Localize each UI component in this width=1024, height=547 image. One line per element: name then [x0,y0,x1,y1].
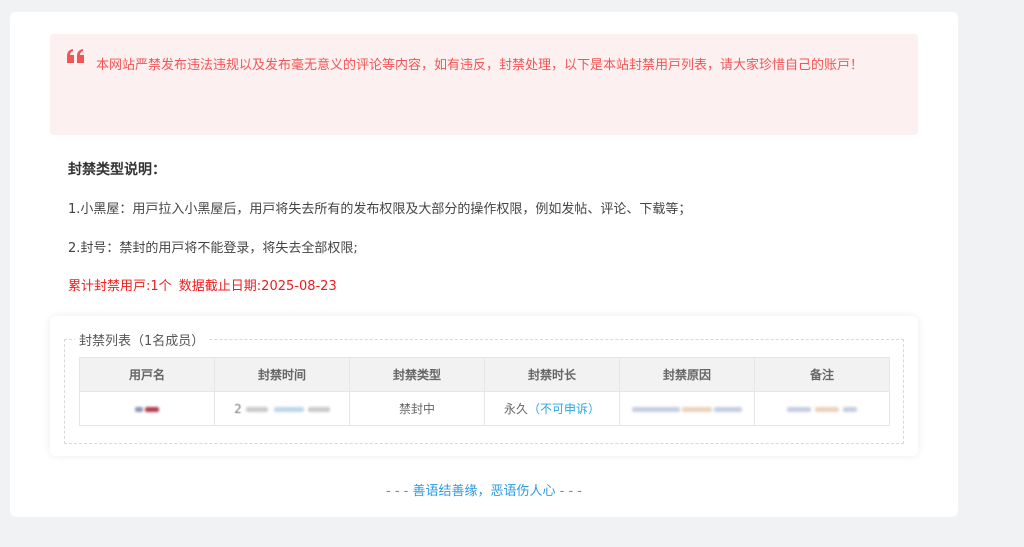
ban-time-text: 2 [234,401,242,416]
ban-table: 用戸名 封禁时间 封禁类型 封禁时长 封禁原因 备注 2 禁封中 永久（不可申诉… [79,357,890,426]
cell-remark [754,391,890,426]
cell-ban-type: 禁封中 [349,391,485,426]
column-header-reason: 封禁原因 [619,357,755,392]
ban-type-account: 2.封号：禁封的用戸将不能登录，将失去全部权限; [68,241,358,256]
cell-ban-time: 2 [214,391,350,426]
notice-text: 本网站严禁发布违法违规以及发布毫无意义的评论等内容，如有违反，封禁处理，以下是本… [96,58,864,73]
table-header-row: 用戸名 封禁时间 封禁类型 封禁时长 封禁原因 备注 [79,357,890,392]
column-header-username: 用戸名 [79,357,215,392]
data-deadline: 数据截止日期:2025-08-23 [178,279,337,294]
column-header-remark: 备注 [754,357,890,392]
ban-type-blackroom: 1.小黑屋：用戸拉入小黑屋后，用戸将失去所有的发布权限及大部分的操作权限，例如发… [68,202,692,217]
quote-icon [67,49,84,63]
no-appeal-label: （不可申诉） [528,402,601,416]
ban-list-fieldset: 封禁列表（1名成员） 用戸名 封禁时间 封禁类型 封禁时长 封禁原因 备注 2 … [64,330,904,444]
table-row: 2 禁封中 永久（不可申诉） [79,391,890,426]
column-header-duration: 封禁时长 [484,357,620,392]
banned-users-card: 本网站严禁发布违法违规以及发布毫无意义的评论等内容，如有违反，封禁处理，以下是本… [10,12,958,517]
cell-username[interactable] [79,391,215,426]
duration-text: 永久 [503,402,528,416]
ban-stats: 累计封禁用戸:1个 数据截止日期:2025-08-23 [68,275,340,294]
ban-list-legend: 封禁列表（1名成员） [79,334,205,349]
ban-list-panel: 封禁列表（1名成员） 用戸名 封禁时间 封禁类型 封禁时长 封禁原因 备注 2 … [50,316,918,456]
cell-duration: 永久（不可申诉） [484,391,620,426]
ban-types-title: 封禁类型说明： [68,162,166,178]
warning-notice: 本网站严禁发布违法违规以及发布毫无意义的评论等内容，如有违反，封禁处理，以下是本… [50,34,918,135]
column-header-ban-time: 封禁时间 [214,357,350,392]
cell-reason [619,391,755,426]
total-banned-count: 累计封禁用戸:1个 [68,279,172,294]
footer-motto: - - - 善语结善缘，恶语伤人心 - - - [386,484,582,499]
column-header-ban-type: 封禁类型 [349,357,485,392]
